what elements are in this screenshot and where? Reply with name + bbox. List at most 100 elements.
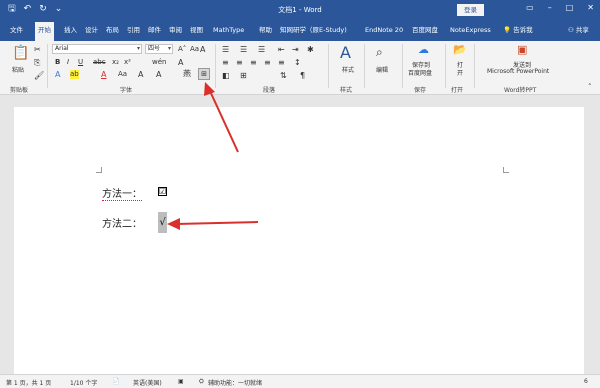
decrease-indent-icon[interactable]: ⇤ bbox=[278, 45, 285, 54]
copy-icon[interactable]: ⎘ bbox=[34, 58, 40, 67]
tab-home[interactable]: 开始 bbox=[35, 22, 54, 41]
italic-icon[interactable]: I bbox=[67, 58, 69, 66]
bold-icon[interactable]: B bbox=[55, 58, 60, 66]
enclosed-characters-icon[interactable]: ⊞ bbox=[198, 68, 210, 80]
open-group-label: 打开 bbox=[451, 87, 464, 94]
align-left-icon[interactable]: ≡ bbox=[222, 58, 229, 67]
tab-view[interactable]: 视图 bbox=[190, 24, 203, 36]
editing-search-icon[interactable]: ⌕ bbox=[376, 45, 383, 59]
macro-icon[interactable]: ▣ bbox=[178, 378, 184, 385]
styles-icon[interactable]: A bbox=[340, 45, 351, 61]
document-page[interactable]: 方法一： ☑ 方法二： √ bbox=[14, 107, 584, 374]
share-button[interactable]: ⚇ 共享 bbox=[568, 24, 589, 34]
baidu-cloud-icon[interactable]: ☁ bbox=[418, 44, 429, 55]
minimize-icon[interactable]: – bbox=[548, 3, 552, 12]
editing-label[interactable]: 编辑 bbox=[376, 65, 388, 74]
ribbon-display-icon[interactable]: ▭ bbox=[526, 3, 534, 12]
align-right-icon[interactable]: ≡ bbox=[250, 58, 257, 67]
tab-mathtype[interactable]: MathType bbox=[213, 24, 244, 36]
document-title: 文档1 - Word bbox=[278, 6, 322, 14]
line-spacing-icon[interactable]: ↕ bbox=[294, 58, 301, 67]
tab-help[interactable]: 帮助 bbox=[259, 24, 272, 36]
tab-design[interactable]: 设计 bbox=[85, 24, 98, 36]
paragraph-group-label: 段落 bbox=[263, 87, 276, 94]
collapse-ribbon-icon[interactable]: ˄ bbox=[588, 83, 592, 92]
numbering-icon[interactable]: ☰ bbox=[240, 45, 247, 54]
clear-formatting-icon[interactable]: A bbox=[200, 45, 205, 54]
document-canvas: 方法一： ☑ 方法二： √ bbox=[0, 96, 600, 374]
text-effects-icon[interactable]: A bbox=[55, 70, 60, 79]
close-icon[interactable]: ✕ bbox=[587, 3, 594, 12]
font-name-value: Arial bbox=[55, 45, 69, 52]
font-size-value: 四号 bbox=[148, 45, 161, 52]
char-scale-icon[interactable]: 燕 bbox=[183, 69, 191, 78]
chevron-down-icon: ▾ bbox=[136, 45, 140, 52]
open-label-2[interactable]: 开 bbox=[457, 68, 463, 77]
paste-icon[interactable]: 📋 bbox=[12, 45, 29, 61]
selected-check-symbol[interactable]: √ bbox=[158, 212, 167, 233]
borders-icon[interactable]: ⊞ bbox=[240, 71, 247, 80]
change-case-icon[interactable]: Aa bbox=[190, 45, 199, 53]
sort-icon[interactable]: ⇅ bbox=[280, 71, 287, 80]
method-one-label: 方法一： bbox=[102, 189, 142, 201]
styles-label[interactable]: 样式 bbox=[342, 65, 354, 74]
language-status[interactable]: 英语(美国) bbox=[133, 378, 162, 387]
highlight-icon[interactable]: ab bbox=[70, 70, 79, 79]
group-divider bbox=[402, 44, 403, 88]
underline-icon[interactable]: U bbox=[78, 58, 83, 66]
grow-font-icon[interactable]: A˄ bbox=[178, 45, 186, 53]
accessibility-icon: ⛭ bbox=[199, 378, 204, 385]
show-marks-icon[interactable]: ¶ bbox=[300, 71, 305, 80]
proofing-icon[interactable]: 📄 bbox=[112, 378, 119, 385]
justify-icon[interactable]: ≡ bbox=[264, 58, 271, 67]
char-shading-icon[interactable]: Aa bbox=[118, 70, 127, 78]
ribbon-tabs: 文件 开始 插入 设计 布局 引用 邮件 审阅 视图 MathType 帮助 知… bbox=[0, 19, 600, 41]
styles-group-label: 样式 bbox=[340, 87, 353, 94]
group-divider bbox=[364, 44, 365, 88]
margin-corner-mark bbox=[96, 167, 102, 173]
zoom-level[interactable]: 6 bbox=[584, 378, 588, 385]
word-count[interactable]: 1/10 个字 bbox=[70, 378, 97, 387]
powerpoint-icon[interactable]: ▣ bbox=[517, 44, 527, 55]
enclose-char-icon[interactable]: A bbox=[156, 70, 161, 79]
send-to-label-2[interactable]: Microsoft PowerPoint bbox=[487, 68, 549, 75]
shading-icon[interactable]: ◧ bbox=[222, 71, 230, 80]
superscript-icon[interactable]: x² bbox=[124, 58, 131, 66]
page-count[interactable]: 第 1 页，共 1 页 bbox=[6, 378, 51, 387]
chinese-layout-icon[interactable]: ✱ bbox=[307, 45, 314, 54]
bullets-icon[interactable]: ☰ bbox=[222, 45, 229, 54]
multilevel-list-icon[interactable]: ☰ bbox=[258, 45, 265, 54]
font-name-select[interactable]: Arial ▾ bbox=[52, 44, 142, 54]
cut-icon[interactable]: ✂ bbox=[34, 45, 41, 54]
share-icon: ⚇ bbox=[568, 26, 574, 34]
tab-baidu-netdisk[interactable]: 百度网盘 bbox=[412, 24, 438, 36]
strikethrough-icon[interactable]: abc bbox=[93, 58, 106, 66]
align-center-icon[interactable]: ≡ bbox=[236, 58, 243, 67]
save-group-label: 保存 bbox=[414, 87, 427, 94]
paste-label[interactable]: 粘贴 bbox=[12, 65, 24, 74]
phonetic-guide-icon[interactable]: wén bbox=[152, 58, 166, 66]
subscript-icon[interactable]: x₂ bbox=[112, 58, 119, 66]
distributed-icon[interactable]: ≡ bbox=[278, 58, 285, 67]
tab-insert[interactable]: 插入 bbox=[64, 24, 77, 36]
tab-endnote[interactable]: EndNote 20 bbox=[365, 24, 403, 36]
tab-review[interactable]: 审阅 bbox=[169, 24, 182, 36]
font-size-up-icon[interactable]: A bbox=[138, 70, 143, 79]
tab-layout[interactable]: 布局 bbox=[106, 24, 119, 36]
save-to-label-2[interactable]: 百度网盘 bbox=[408, 68, 432, 77]
font-color-icon[interactable]: A bbox=[101, 70, 106, 79]
tab-references[interactable]: 引用 bbox=[127, 24, 140, 36]
increase-indent-icon[interactable]: ⇥ bbox=[292, 45, 299, 54]
tab-mailings[interactable]: 邮件 bbox=[148, 24, 161, 36]
font-size-select[interactable]: 四号 ▾ bbox=[145, 44, 173, 54]
tab-noteexpress[interactable]: NoteExpress bbox=[450, 24, 491, 36]
accessibility-status[interactable]: 辅助功能：一切就绪 bbox=[208, 378, 262, 387]
format-painter-icon[interactable]: 🖌 bbox=[34, 71, 44, 80]
maximize-icon[interactable]: □ bbox=[566, 3, 574, 12]
tab-file[interactable]: 文件 bbox=[10, 24, 23, 36]
tell-me-search[interactable]: 💡 告诉我 bbox=[503, 24, 533, 34]
folder-open-icon[interactable]: 📂 bbox=[453, 44, 467, 55]
tab-estudy[interactable]: 知网研学（原E-Study) bbox=[280, 24, 347, 36]
character-border-icon[interactable]: A bbox=[178, 58, 183, 67]
login-button[interactable]: 登录 bbox=[457, 4, 484, 16]
